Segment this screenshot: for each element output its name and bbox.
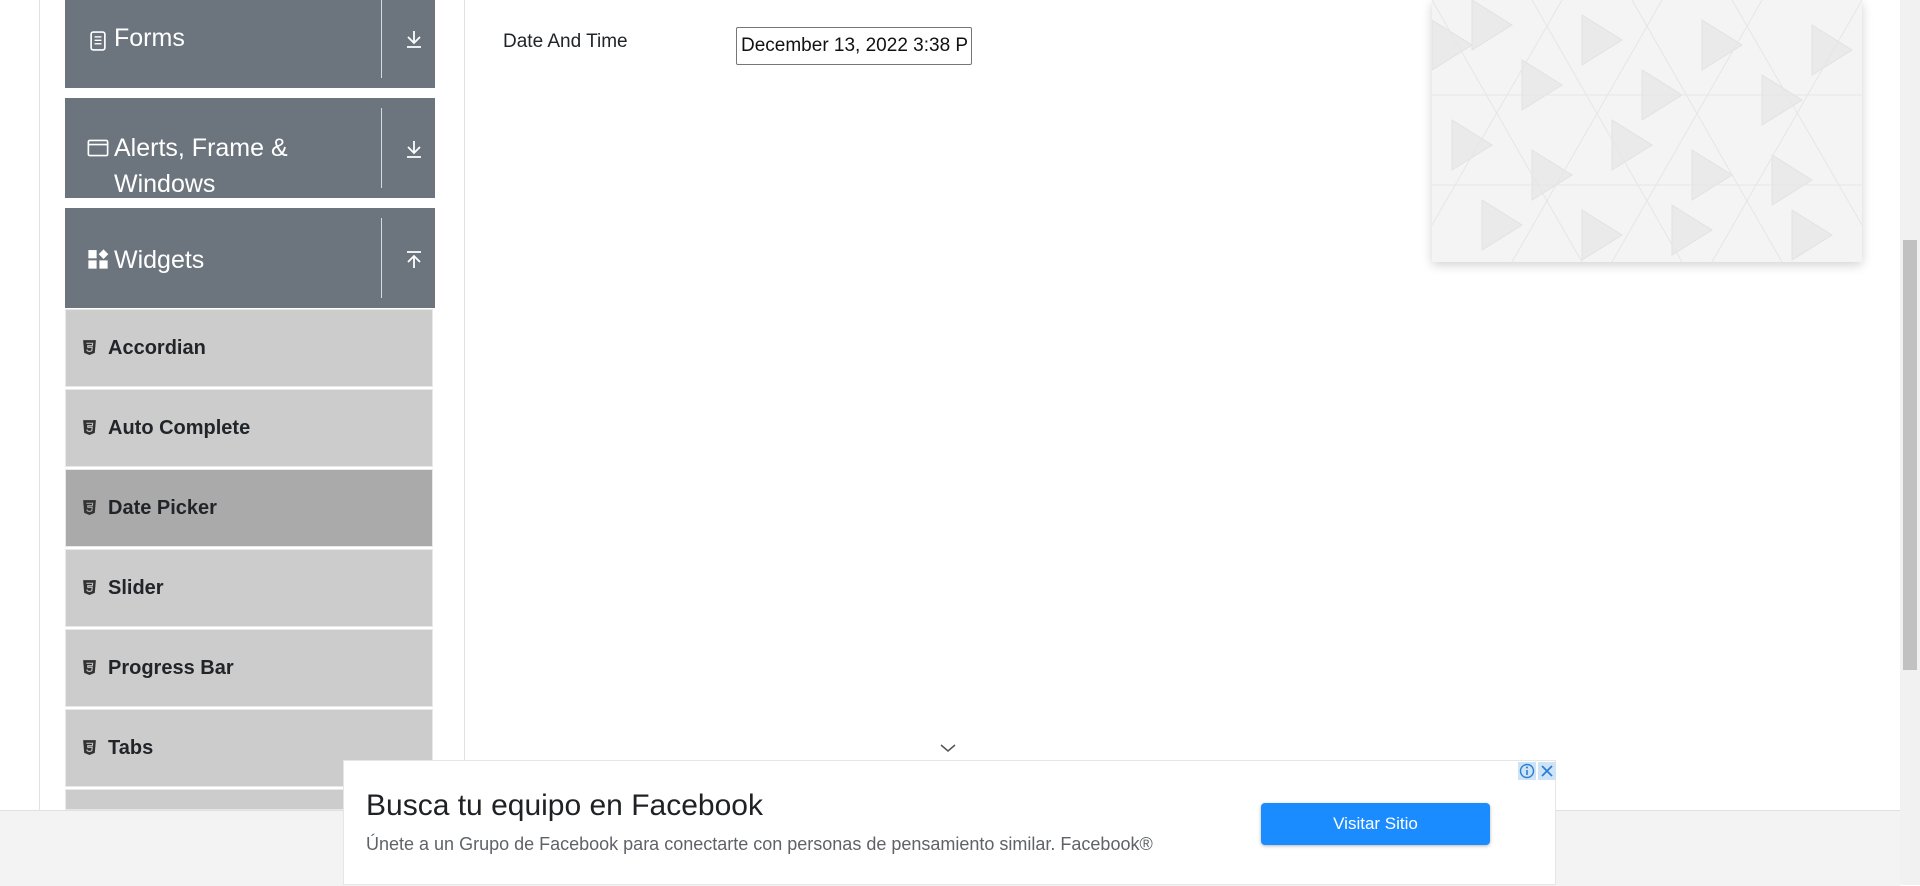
menu-item-label: Tabs — [108, 737, 154, 759]
group-widgets-title: Widgets — [114, 246, 205, 274]
download-arrow-icon[interactable] — [402, 137, 426, 161]
triangle-pattern — [1432, 0, 1862, 262]
group-separator — [381, 108, 382, 188]
chevron-down-icon[interactable] — [939, 742, 957, 754]
menu-item-date-picker[interactable]: Date Picker — [65, 469, 433, 547]
ad-banner[interactable]: Busca tu equipo en Facebook Únete a un G… — [343, 760, 1556, 885]
menu-item-label: Progress Bar — [108, 657, 234, 679]
document-icon — [90, 31, 106, 51]
html5-shield-icon — [83, 740, 96, 755]
menu-item-label: Auto Complete — [108, 417, 251, 439]
group-forms-title: Forms — [114, 24, 185, 52]
html5-shield-icon — [83, 340, 96, 355]
ad-description: Únete a un Grupo de Facebook para conect… — [366, 834, 1153, 854]
close-icon[interactable] — [1538, 762, 1556, 780]
scrollbar-thumb[interactable] — [1903, 240, 1917, 670]
html5-shield-icon — [83, 580, 96, 595]
visit-site-button[interactable]: Visitar Sitio — [1261, 803, 1490, 845]
info-icon[interactable] — [1518, 762, 1536, 780]
widgets-icon — [88, 249, 109, 269]
scrollbar[interactable] — [1900, 0, 1920, 885]
banner-image — [1432, 0, 1862, 262]
menu-item-label: Accordian — [108, 337, 206, 359]
group-separator — [381, 0, 382, 78]
menu-item-label: Date Picker — [108, 497, 217, 519]
html5-shield-icon — [83, 660, 96, 675]
menu-item-accordian[interactable]: Accordian — [65, 309, 433, 387]
group-alerts-header[interactable]: Alerts, Frame & Windows — [65, 98, 435, 198]
group-widgets-header[interactable]: Widgets — [65, 208, 435, 308]
ad-title[interactable]: Busca tu equipo en Facebook — [366, 789, 763, 823]
left-border — [39, 0, 40, 810]
group-separator — [381, 218, 382, 298]
date-time-label: Date And Time — [503, 31, 628, 52]
menu-item-auto-complete[interactable]: Auto Complete — [65, 389, 433, 467]
window-icon — [87, 139, 109, 157]
group-forms-header[interactable]: Forms — [65, 0, 435, 88]
menu-item-slider[interactable]: Slider — [65, 549, 433, 627]
content-border — [464, 0, 465, 810]
html5-shield-icon — [83, 500, 96, 515]
upload-arrow-icon[interactable] — [402, 248, 426, 272]
menu-item-progress-bar[interactable]: Progress Bar — [65, 629, 433, 707]
date-time-input[interactable] — [736, 27, 972, 65]
download-arrow-icon[interactable] — [402, 27, 426, 51]
html5-shield-icon — [83, 420, 96, 435]
group-alerts-title: Alerts, Frame & Windows — [114, 134, 288, 198]
menu-item-label: Slider — [108, 577, 164, 599]
